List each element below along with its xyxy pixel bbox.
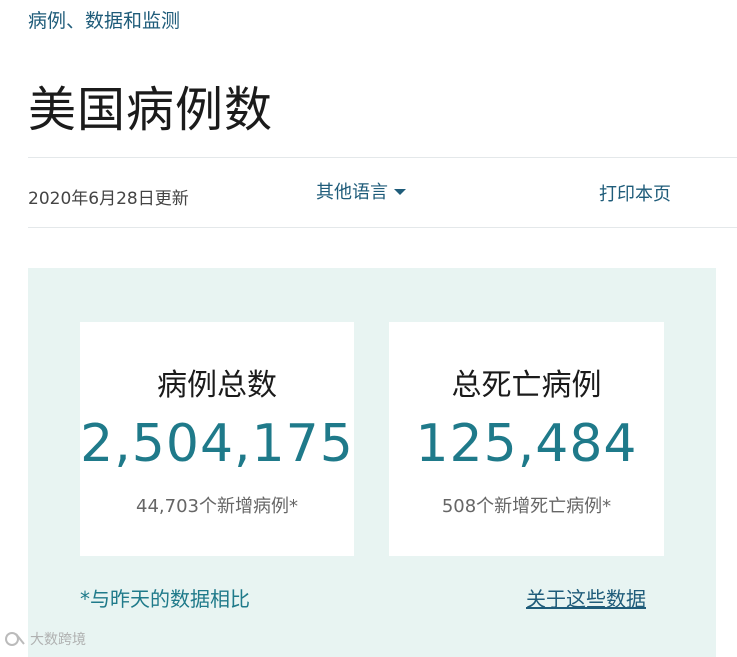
other-languages-label: 其他语言: [316, 182, 388, 203]
comparison-footnote: *与昨天的数据相比: [80, 587, 250, 611]
new-cases-text: 44,703个新增病例*: [136, 496, 298, 517]
total-cases-title: 病例总数: [157, 368, 277, 403]
total-cases-value: 2,504,175: [80, 414, 354, 474]
divider-top: [28, 157, 737, 158]
print-page-link[interactable]: 打印本页: [599, 180, 671, 206]
breadcrumb[interactable]: 病例、数据和监测: [28, 6, 180, 33]
page-title: 美国病例数: [28, 82, 274, 138]
stats-panel: 病例总数 2,504,175 44,703个新增病例* 总死亡病例 125,48…: [28, 268, 716, 657]
chevron-down-icon: [394, 189, 406, 195]
total-deaths-value: 125,484: [415, 414, 638, 474]
divider-bottom: [28, 227, 737, 228]
watermark: 大数跨境: [4, 629, 86, 649]
total-deaths-card: 总死亡病例 125,484 508个新增死亡病例*: [389, 322, 664, 556]
other-languages-dropdown[interactable]: 其他语言: [316, 178, 406, 204]
watermark-text: 大数跨境: [30, 632, 86, 648]
last-updated-text: 2020年6月28日更新: [28, 189, 189, 209]
total-deaths-title: 总死亡病例: [451, 368, 602, 403]
total-cases-card: 病例总数 2,504,175 44,703个新增病例*: [80, 322, 354, 556]
new-deaths-text: 508个新增死亡病例*: [441, 496, 612, 517]
watermark-logo-icon: [5, 632, 25, 646]
about-data-link[interactable]: 关于这些数据: [526, 583, 646, 612]
